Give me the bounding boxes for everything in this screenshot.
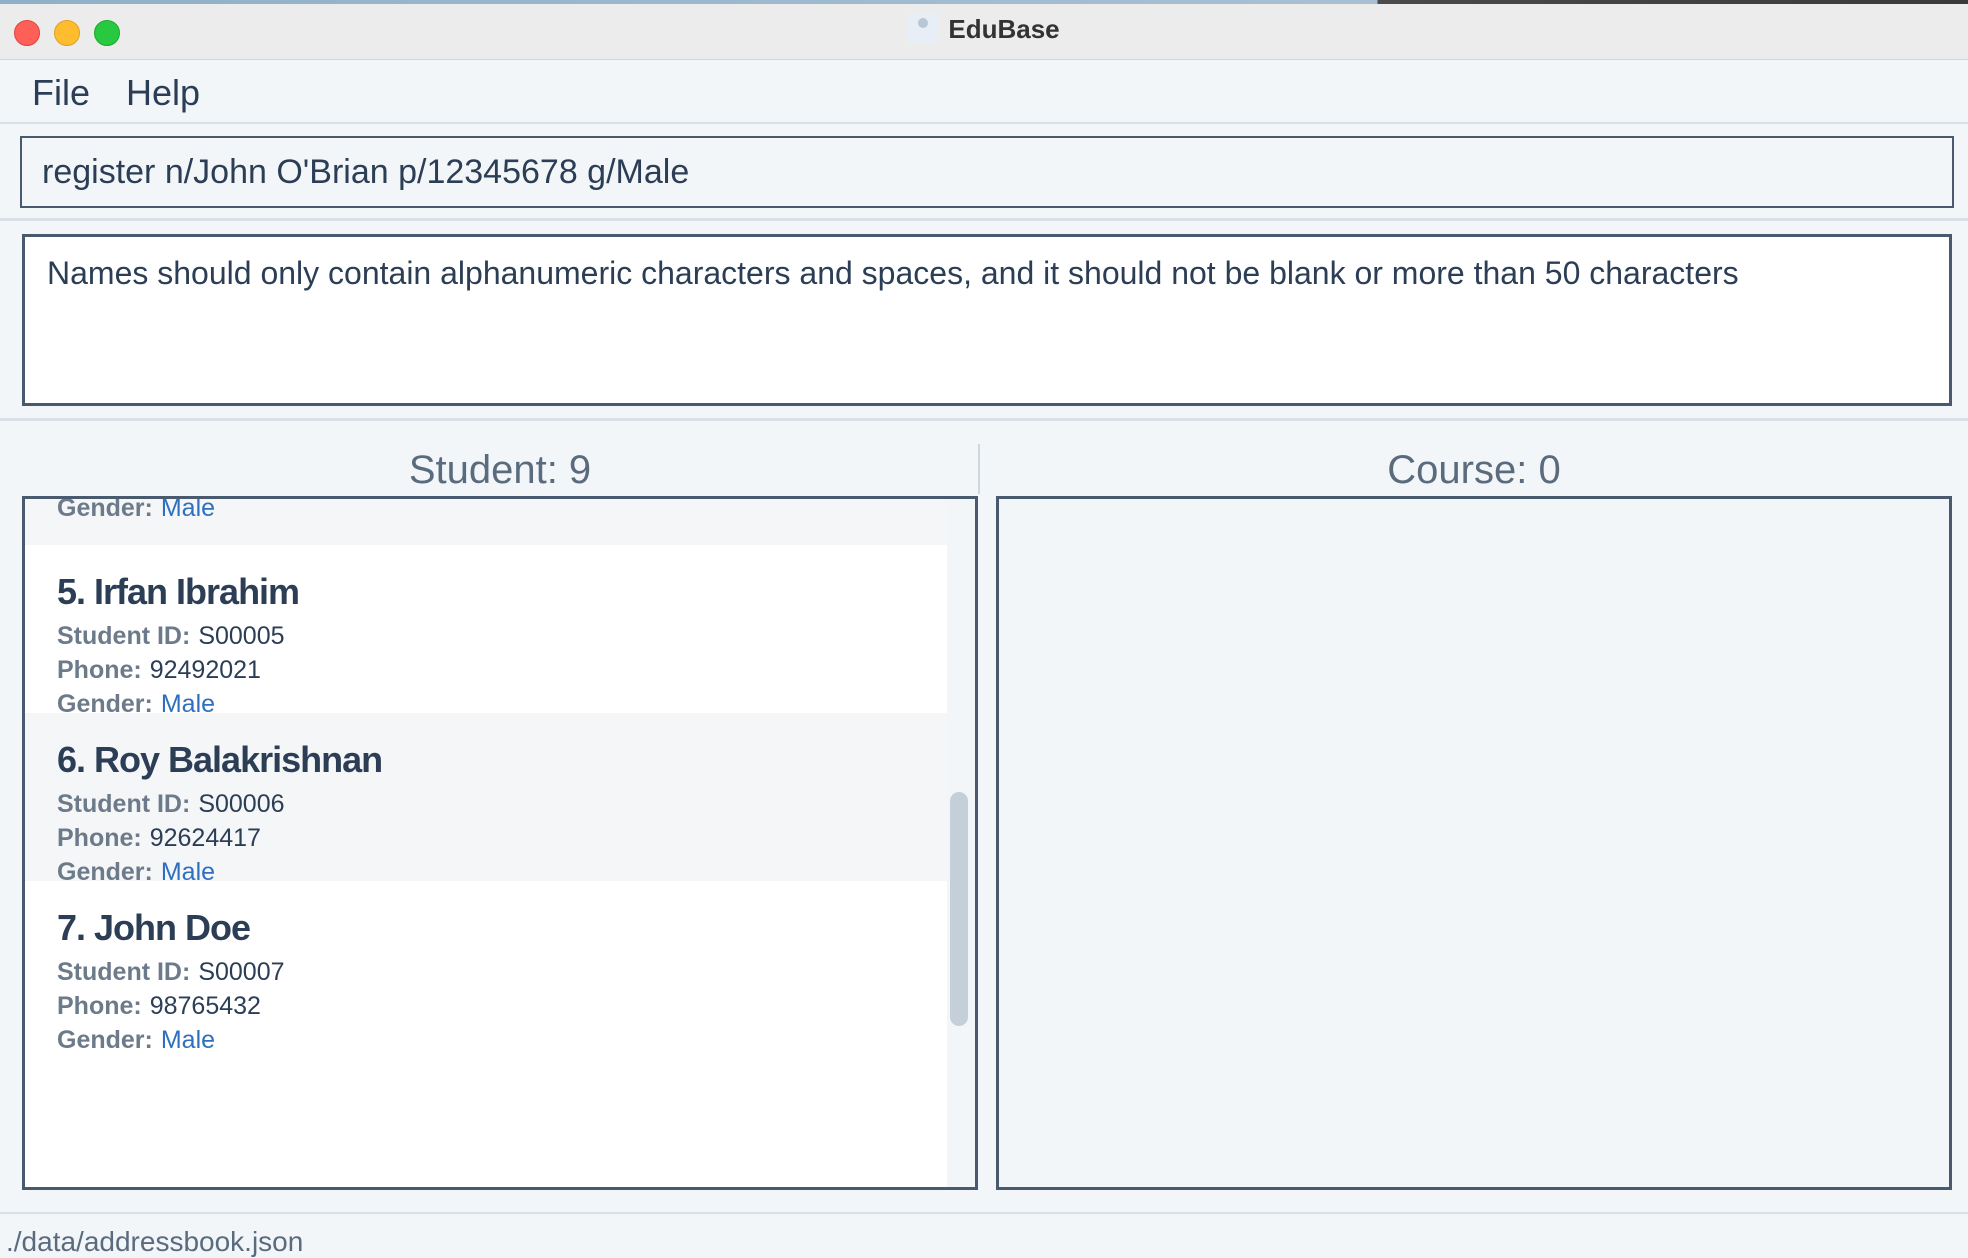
panel-divider xyxy=(978,444,980,494)
phone-row: Phone: 92624417 xyxy=(57,821,947,855)
data-file-path: ./data/addressbook.json xyxy=(6,1226,304,1257)
gender-value: Male xyxy=(160,496,216,522)
status-bar: ./data/addressbook.json xyxy=(0,1212,1968,1257)
divider xyxy=(0,418,1968,421)
student-id-row: Student ID: S00007 xyxy=(57,955,947,989)
gender-row: Gender: Male xyxy=(57,1023,947,1057)
student-id-row: Student ID: S00005 xyxy=(57,619,947,653)
student-name: 5. Irfan Ibrahim xyxy=(57,571,300,612)
phone-label: Phone: xyxy=(57,656,142,684)
menu-help[interactable]: Help xyxy=(120,72,206,114)
student-card[interactable]: 5. Irfan Ibrahim Student ID: S00005 Phone… xyxy=(25,545,947,718)
phone-label: Phone: xyxy=(57,824,142,852)
student-id-value: S00005 xyxy=(198,622,285,650)
student-id-row: Student ID: S00006 xyxy=(57,787,947,821)
student-id-value: S00007 xyxy=(198,958,285,986)
phone-label: Phone: xyxy=(57,992,142,1020)
phone-value: 92492021 xyxy=(149,656,261,684)
student-id-label: Student ID: xyxy=(57,622,191,650)
menu-bar: File Help xyxy=(0,60,1968,124)
student-panel-title: Student: 9 xyxy=(408,448,592,492)
course-list[interactable] xyxy=(996,496,1952,1190)
gender-label: Gender: xyxy=(57,1026,153,1054)
result-display: Names should only contain alphanumeric c… xyxy=(22,234,1952,406)
phone-row: Phone: 98765432 xyxy=(57,989,947,1023)
student-list[interactable]: Gender: Male 5. Irfan Ibrahim Student ID:… xyxy=(22,496,978,1190)
window-title: EduBase xyxy=(0,13,1968,46)
title-bar: EduBase xyxy=(0,0,1968,60)
student-id-label: Student ID: xyxy=(57,790,191,818)
student-list-scrollbar[interactable] xyxy=(950,792,968,1026)
gender-value: Male xyxy=(160,1026,216,1054)
window-title-text: EduBase xyxy=(948,14,1060,44)
command-input[interactable] xyxy=(20,136,1954,208)
student-name: 7. John Doe xyxy=(57,907,251,948)
app-icon xyxy=(908,13,939,44)
student-id-label: Student ID: xyxy=(57,958,191,986)
student-id-value: S00006 xyxy=(198,790,285,818)
gender-label: Gender: xyxy=(57,496,153,522)
result-message: Names should only contain alphanumeric c… xyxy=(47,255,1739,291)
student-card[interactable]: 6. Roy Balakrishnan Student ID: S00006 Ph… xyxy=(25,713,947,886)
student-name: 6. Roy Balakrishnan xyxy=(57,739,383,780)
course-panel-title: Course: 0 xyxy=(1387,448,1561,492)
title-bar-top-edge xyxy=(0,0,1968,4)
phone-value: 98765432 xyxy=(149,992,261,1020)
student-card-partial[interactable]: Gender: Male xyxy=(25,496,947,545)
student-card[interactable]: 7. John Doe Student ID: S00007 Phone: 9876… xyxy=(25,881,947,1187)
menu-file[interactable]: File xyxy=(26,72,96,114)
phone-value: 92624417 xyxy=(149,824,261,852)
phone-row: Phone: 92492021 xyxy=(57,653,947,687)
gender-row: Gender: Male xyxy=(57,496,947,525)
divider xyxy=(0,218,1968,221)
